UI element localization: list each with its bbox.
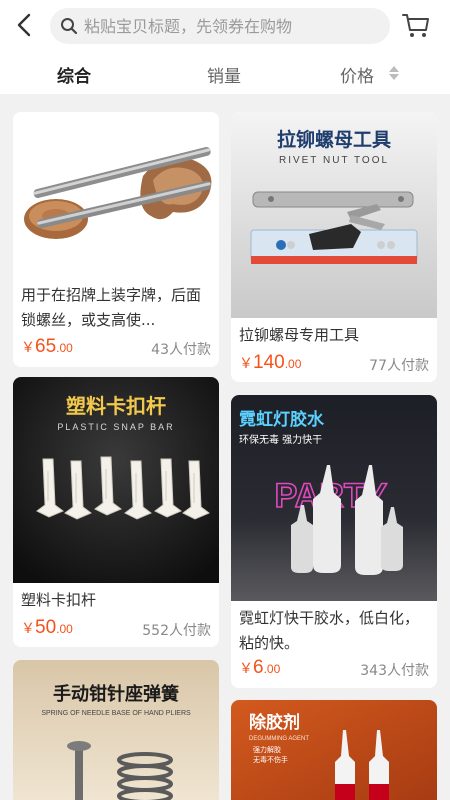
sales-count: 77人付款 — [369, 358, 429, 374]
image-title-text: 除胶剂 — [249, 712, 300, 733]
product-card[interactable]: 塑料卡扣杆 PLASTIC SNAP BAR 塑料卡扣杆 ￥50.00 552人… — [13, 377, 219, 647]
image-title-text: 霓虹灯胶水 — [239, 409, 325, 430]
product-image-standoff-bars[interactable] — [13, 112, 219, 276]
image-bullet-text: 强力解胶 — [253, 745, 281, 754]
cart-icon[interactable] — [402, 12, 430, 40]
top-bar — [0, 0, 450, 52]
product-card[interactable]: 手动钳针座弹簧 SPRING OF NEEDLE BASE OF HAND PL… — [13, 660, 219, 800]
product-image-neon-glue[interactable]: 霓虹灯胶水 环保无毒 强力快干 PARTY — [231, 395, 437, 601]
product-title[interactable]: 用于在招牌上装字牌，后面锁螺丝，或支高使... — [21, 283, 211, 333]
image-subtitle-text: PLASTIC SNAP BAR — [57, 422, 174, 432]
currency-symbol: ￥ — [239, 355, 253, 371]
product-title[interactable]: 塑料卡扣杆 — [21, 588, 211, 613]
search-input[interactable] — [84, 8, 384, 44]
product-price: ￥50.00 — [21, 617, 73, 639]
sales-count: 552人付款 — [142, 623, 211, 639]
product-title[interactable]: 拉铆螺母专用工具 — [239, 323, 429, 348]
price-integer: 6 — [253, 657, 264, 678]
sort-toggle-icon[interactable] — [388, 65, 400, 81]
price-integer: 50 — [35, 617, 57, 638]
image-subtitle-text: RIVET NUT TOOL — [279, 155, 389, 166]
product-card[interactable]: 用于在招牌上装字牌，后面锁螺丝，或支高使... ￥65.00 43人付款 — [13, 112, 219, 367]
price-decimal: .00 — [284, 357, 302, 371]
tab-comprehensive[interactable]: 综合 — [57, 62, 91, 87]
image-title-text: 手动钳针座弹簧 — [53, 683, 179, 705]
image-title-text: 塑料卡扣杆 — [66, 394, 166, 418]
product-image-rivet-nut-tool[interactable]: 拉铆螺母工具 RIVET NUT TOOL — [231, 112, 437, 318]
price-decimal: .00 — [263, 662, 281, 676]
image-subtitle-text: DEGUMMING AGENT — [249, 736, 309, 742]
image-subtitle-text: SPRING OF NEEDLE BASE OF HAND PLIERS — [41, 710, 191, 717]
sales-count: 343人付款 — [360, 663, 429, 679]
currency-symbol: ￥ — [21, 620, 35, 636]
product-price: ￥65.00 — [21, 336, 73, 358]
tab-sales[interactable]: 销量 — [207, 62, 241, 87]
image-subtitle-text: 环保无毒 强力快干 — [239, 433, 322, 446]
currency-symbol: ￥ — [239, 660, 253, 676]
product-card[interactable]: 霓虹灯胶水 环保无毒 强力快干 PARTY 霓虹灯快干胶水，低白化，粘的快。 ￥… — [231, 395, 437, 688]
tab-price[interactable]: 价格 — [340, 62, 374, 87]
image-bullet-text: 无毒不伤手 — [253, 755, 288, 764]
back-arrow-icon[interactable] — [10, 10, 40, 40]
price-decimal: .00 — [56, 622, 73, 636]
product-title[interactable]: 霓虹灯快干胶水，低白化，粘的快。 — [239, 606, 429, 656]
price-decimal: .00 — [56, 341, 73, 355]
price-integer: 65 — [35, 336, 57, 357]
currency-symbol: ￥ — [21, 339, 35, 355]
search-icon — [61, 18, 78, 35]
product-image-plastic-snap-bar[interactable]: 塑料卡扣杆 PLASTIC SNAP BAR — [13, 377, 219, 583]
product-image-degumming-agent[interactable]: 除胶剂 DEGUMMING AGENT 强力解胶 无毒不伤手 — [231, 700, 437, 800]
sales-count: 43人付款 — [151, 342, 211, 358]
product-card[interactable]: 拉铆螺母工具 RIVET NUT TOOL 拉铆螺母专用工具 ￥140.00 7… — [231, 112, 437, 382]
product-price: ￥140.00 — [239, 352, 301, 374]
product-price: ￥6.00 — [239, 657, 280, 679]
image-title-text: 拉铆螺母工具 — [277, 128, 391, 151]
product-image-needle-spring[interactable]: 手动钳针座弹簧 SPRING OF NEEDLE BASE OF HAND PL… — [13, 660, 219, 800]
search-bar[interactable] — [50, 8, 390, 44]
product-card[interactable]: 除胶剂 DEGUMMING AGENT 强力解胶 无毒不伤手 — [231, 700, 437, 800]
sort-tabs: 综合 销量 价格 — [0, 52, 450, 94]
price-integer: 140 — [253, 352, 285, 373]
